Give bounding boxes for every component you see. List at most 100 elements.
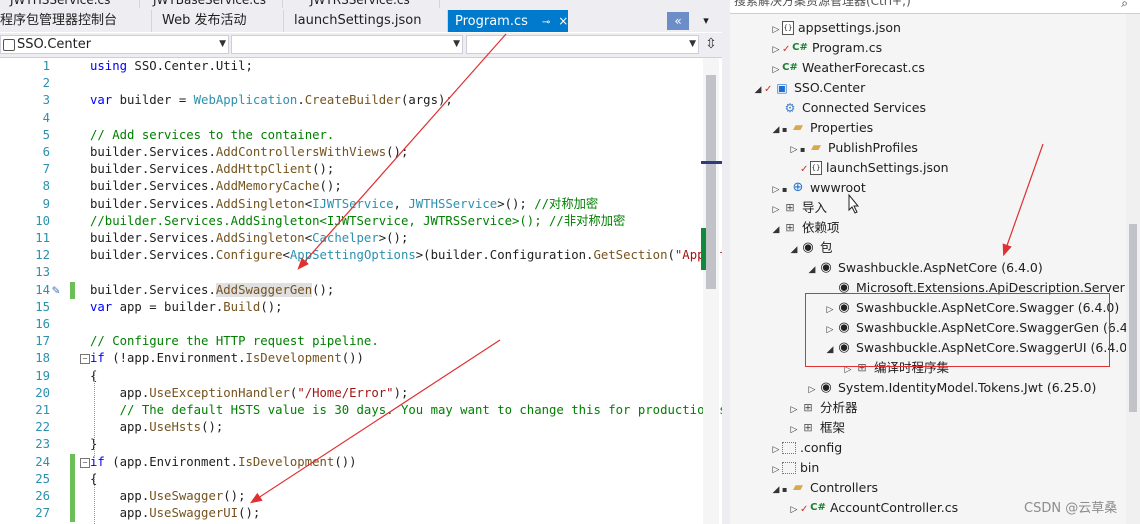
- scrollbar-thumb[interactable]: [706, 75, 716, 289]
- code-text[interactable]: var app = builder.Build();: [90, 299, 283, 316]
- tab-web-publish[interactable]: Web 发布活动: [152, 10, 284, 32]
- code-line[interactable]: 19{: [0, 368, 703, 385]
- tab-jwths-service[interactable]: JWTHSService.cs: [0, 0, 140, 8]
- code-text[interactable]: app.UseHsts();: [90, 419, 224, 436]
- tree-item[interactable]: ▷ ▪ ⊕ wwwroot: [770, 178, 866, 198]
- code-text[interactable]: //builder.Services.AddSingleton<IJWTServ…: [90, 213, 625, 230]
- tab-jwtrs-service[interactable]: JWTRSService.cs: [300, 0, 440, 8]
- tree-item[interactable]: ◢ ▪ ▰ Properties: [770, 118, 874, 140]
- code-text[interactable]: builder.Services.AddSingleton<IJWTServic…: [90, 196, 598, 213]
- code-line[interactable]: 21 // The default HSTS value is 30 days.…: [0, 402, 722, 419]
- expand-icon[interactable]: ▷: [788, 400, 800, 420]
- expand-icon[interactable]: ▷: [770, 200, 782, 220]
- pane-splitter[interactable]: [722, 0, 730, 524]
- code-line[interactable]: 6 builder.Services.AddControllersWithView…: [0, 144, 703, 161]
- expanded-icon[interactable]: ◢: [770, 480, 782, 500]
- expanded-icon[interactable]: ◢: [770, 220, 782, 240]
- tree-item[interactable]: ◢ ⊞ 依赖项: [770, 218, 840, 238]
- member-selector[interactable]: ▼: [466, 35, 699, 54]
- code-text[interactable]: app.UseExceptionHandler("/Home/Error");: [90, 385, 409, 402]
- search-icon[interactable]: ⌕: [1121, 0, 1128, 11]
- code-text[interactable]: builder.Services.AddControllersWithViews…: [90, 144, 408, 161]
- tree-item[interactable]: ◢ ▪ ▰ Controllers: [770, 478, 878, 498]
- code-text[interactable]: builder.Services.Configure<AppSettingOpt…: [90, 247, 722, 264]
- tree-item[interactable]: ▷ ✓ C# Program.cs: [770, 38, 883, 60]
- code-line[interactable]: 25{: [0, 471, 703, 488]
- code-text[interactable]: app.UseSwaggerUI();: [90, 505, 261, 522]
- project-selector[interactable]: SSO.Center ▼: [0, 35, 229, 54]
- expand-icon[interactable]: ▷: [806, 380, 818, 400]
- expand-icon[interactable]: ▷: [788, 420, 800, 440]
- code-line[interactable]: 14 builder.Services.AddSwaggerGen();: [0, 282, 703, 299]
- expanded-icon[interactable]: ◢: [770, 120, 782, 140]
- code-text[interactable]: builder.Services.AddSingleton<Cachelper>…: [90, 230, 408, 247]
- tab-launchsettings[interactable]: launchSettings.json: [284, 10, 448, 32]
- code-line[interactable]: 26 app.UseSwagger();: [0, 488, 703, 505]
- code-text[interactable]: // Configure the HTTP request pipeline.: [90, 333, 379, 350]
- tree-item[interactable]: ▷ bin: [770, 458, 820, 478]
- tree-item[interactable]: ▷ ⊞ 框架: [788, 418, 845, 438]
- split-window-icon[interactable]: ⇳: [702, 35, 720, 54]
- tree-item[interactable]: ◢ ◉ 包: [788, 238, 833, 258]
- code-line[interactable]: 23}: [0, 436, 703, 453]
- solution-search-input[interactable]: 搜索解决方案资源管理器(Ctrl+;): [730, 0, 1140, 14]
- code-line[interactable]: 10 //builder.Services.AddSingleton<IJWTSe…: [0, 213, 703, 230]
- close-icon[interactable]: ×: [558, 14, 568, 28]
- tab-jwtbase-service[interactable]: JWTBaseService.cs: [143, 0, 283, 8]
- code-line[interactable]: 18 if (!app.Environment.IsDevelopment()): [0, 350, 703, 367]
- tab-list-dropdown-icon[interactable]: ▾: [695, 12, 717, 30]
- collapse-icon[interactable]: −: [80, 457, 90, 468]
- expand-icon[interactable]: ▷: [770, 180, 782, 200]
- tab-package-manager-console[interactable]: 程序包管理器控制台: [0, 10, 152, 32]
- tree-item[interactable]: ▷ .config: [770, 438, 843, 460]
- code-line[interactable]: 11 builder.Services.AddSingleton<Cachelpe…: [0, 230, 703, 247]
- code-text[interactable]: if (!app.Environment.IsDevelopment()): [90, 350, 364, 367]
- code-line[interactable]: 1 using SSO.Center.Util;: [0, 58, 703, 75]
- expanded-icon[interactable]: ◢: [752, 80, 764, 100]
- code-line[interactable]: 22 app.UseHsts();: [0, 419, 703, 436]
- code-line[interactable]: 4: [0, 110, 703, 127]
- code-text[interactable]: builder.Services.AddMemoryCache();: [90, 178, 342, 195]
- code-line[interactable]: 16: [0, 316, 703, 333]
- tree-item[interactable]: ⚙ Connected Services: [770, 98, 926, 118]
- code-line[interactable]: 20 app.UseExceptionHandler("/Home/Error"…: [0, 385, 703, 402]
- tree-item[interactable]: ✓{} launchSettings.json: [788, 158, 949, 178]
- tree-item[interactable]: ▷ C# WeatherForecast.cs: [770, 58, 925, 78]
- expand-icon[interactable]: ▷: [788, 140, 800, 160]
- code-line[interactable]: 7 builder.Services.AddHttpClient();: [0, 161, 703, 178]
- pin-icon[interactable]: ⊸: [542, 17, 550, 28]
- expand-icon[interactable]: ▷: [770, 60, 782, 80]
- code-line[interactable]: 15 var app = builder.Build();: [0, 299, 703, 316]
- code-text[interactable]: // The default HSTS value is 30 days. Yo…: [90, 402, 722, 419]
- expanded-icon[interactable]: ◢: [788, 240, 800, 260]
- code-text[interactable]: app.UseSwagger();: [90, 488, 246, 505]
- tree-item[interactable]: ▷ ▪ ▰ PublishProfiles: [788, 138, 918, 158]
- expand-icon[interactable]: ▷: [770, 20, 782, 40]
- code-line[interactable]: 24 if (app.Environment.IsDevelopment()): [0, 454, 703, 471]
- expand-icon[interactable]: ▷: [770, 40, 782, 60]
- code-area[interactable]: 1 using SSO.Center.Util; 2 3 var builder = W…: [0, 58, 722, 524]
- code-text[interactable]: using SSO.Center.Util;: [90, 58, 253, 75]
- code-line[interactable]: 9 builder.Services.AddSingleton<IJWTServi…: [0, 196, 703, 213]
- expand-icon[interactable]: ▷: [788, 500, 800, 520]
- expanded-icon[interactable]: ◢: [806, 260, 818, 280]
- expand-icon[interactable]: ▷: [770, 440, 782, 460]
- code-text[interactable]: builder.Services.AddSwaggerGen();: [90, 282, 334, 299]
- tree-item[interactable]: ▷ ⊞ 导入: [770, 198, 827, 218]
- tab-scroll-icon[interactable]: «: [667, 12, 689, 30]
- code-text[interactable]: builder.Services.AddHttpClient();: [90, 161, 334, 178]
- type-selector[interactable]: ▼: [231, 35, 463, 54]
- code-line[interactable]: 3 var builder = WebApplication.CreateBuil…: [0, 92, 703, 109]
- tree-item[interactable]: ▷ ⊞ 分析器: [788, 398, 858, 418]
- tree-item[interactable]: ▷ ✓ C# AccountController.cs: [788, 498, 959, 520]
- tree-item[interactable]: ▷ ◉ System.IdentityModel.Tokens.Jwt (6.25.…: [806, 378, 1097, 400]
- code-line[interactable]: 8 builder.Services.AddMemoryCache();: [0, 178, 703, 195]
- code-line[interactable]: 5 // Add services to the container.: [0, 127, 703, 144]
- tree-item[interactable]: ◢ ✓ ▣ SSO.Center: [752, 78, 866, 100]
- tab-program-cs[interactable]: Program.cs ⊸ ×: [448, 10, 568, 32]
- code-editor[interactable]: JWTHSService.cs JWTBaseService.cs JWTRSS…: [0, 0, 722, 524]
- quick-actions-icon[interactable]: ✎: [52, 282, 60, 299]
- code-line[interactable]: 13: [0, 264, 703, 281]
- tree-item[interactable]: ▷{} appsettings.json: [770, 18, 901, 38]
- code-text[interactable]: var builder = WebApplication.CreateBuild…: [90, 92, 453, 109]
